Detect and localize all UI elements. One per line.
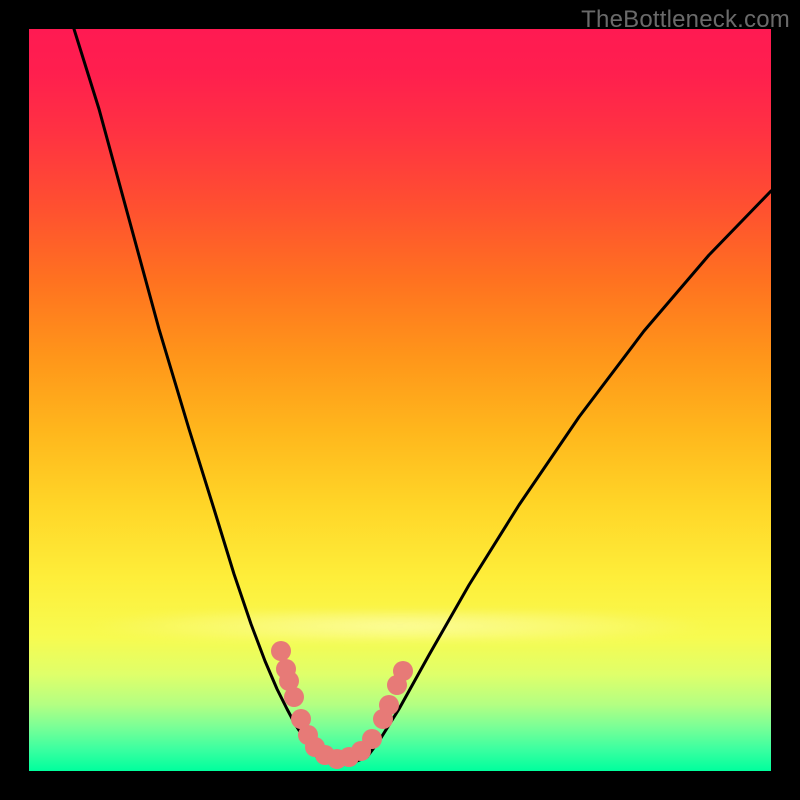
marker-dot bbox=[362, 729, 382, 749]
watermark-text: TheBottleneck.com bbox=[581, 6, 790, 34]
chart-frame: TheBottleneck.com bbox=[0, 0, 800, 800]
chart-svg bbox=[29, 29, 771, 771]
plot-area bbox=[29, 29, 771, 771]
marker-dot bbox=[284, 687, 304, 707]
bottleneck-curve bbox=[74, 29, 771, 762]
marker-dot bbox=[271, 641, 291, 661]
marker-dot bbox=[393, 661, 413, 681]
marker-layer bbox=[271, 641, 413, 769]
line-layer bbox=[74, 29, 771, 762]
marker-dot bbox=[379, 695, 399, 715]
